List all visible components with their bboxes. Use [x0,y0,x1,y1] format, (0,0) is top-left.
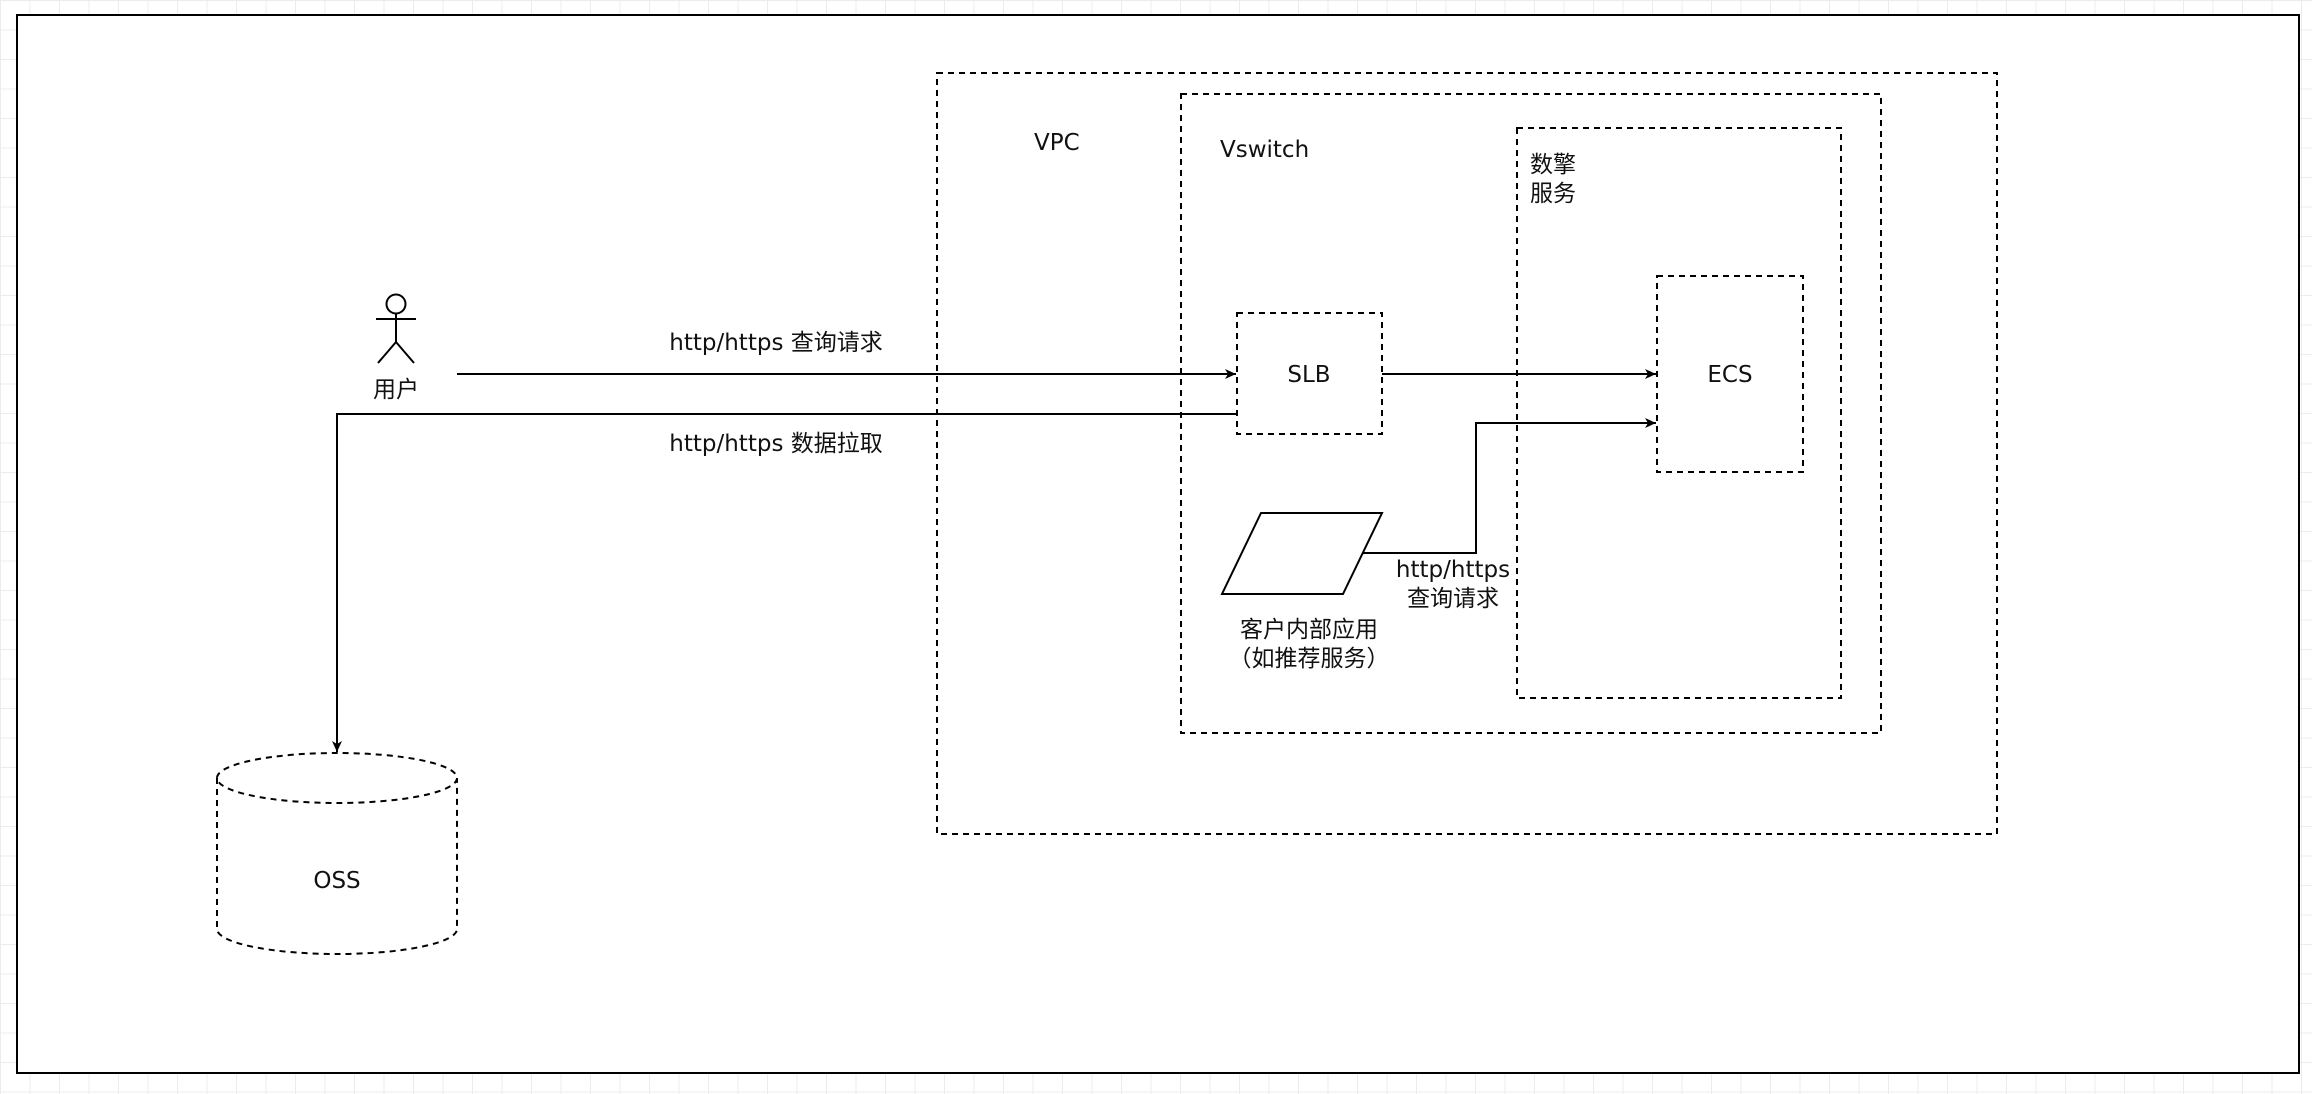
slb-label: SLB [1287,362,1330,388]
oss-label: OSS [313,868,360,894]
service-label-line1: 数擎 [1530,152,1576,178]
ecs-label: ECS [1707,362,1752,388]
architecture-diagram: VPC Vswitch 数擎 服务 SLB ECS 客户内部应用 （如推荐服务）… [16,14,2300,1074]
edge-app-to-ecs-label-line2: 查询请求 [1407,586,1499,612]
edge-app-to-ecs-label-line1: http/https [1396,557,1510,583]
client-app-label-line2: （如推荐服务） [1229,646,1390,672]
diagram-frame [16,14,2300,1074]
vpc-label: VPC [1034,130,1080,156]
edge-user-to-slb-label: http/https 查询请求 [669,330,882,356]
service-label-line2: 服务 [1530,181,1576,207]
user-label: 用户 [373,377,419,403]
actor-head [385,293,407,315]
edge-slb-to-oss-label: http/https 数据拉取 [669,431,882,457]
vswitch-label: Vswitch [1220,137,1309,163]
client-app-label-line1: 客户内部应用 [1240,617,1378,643]
